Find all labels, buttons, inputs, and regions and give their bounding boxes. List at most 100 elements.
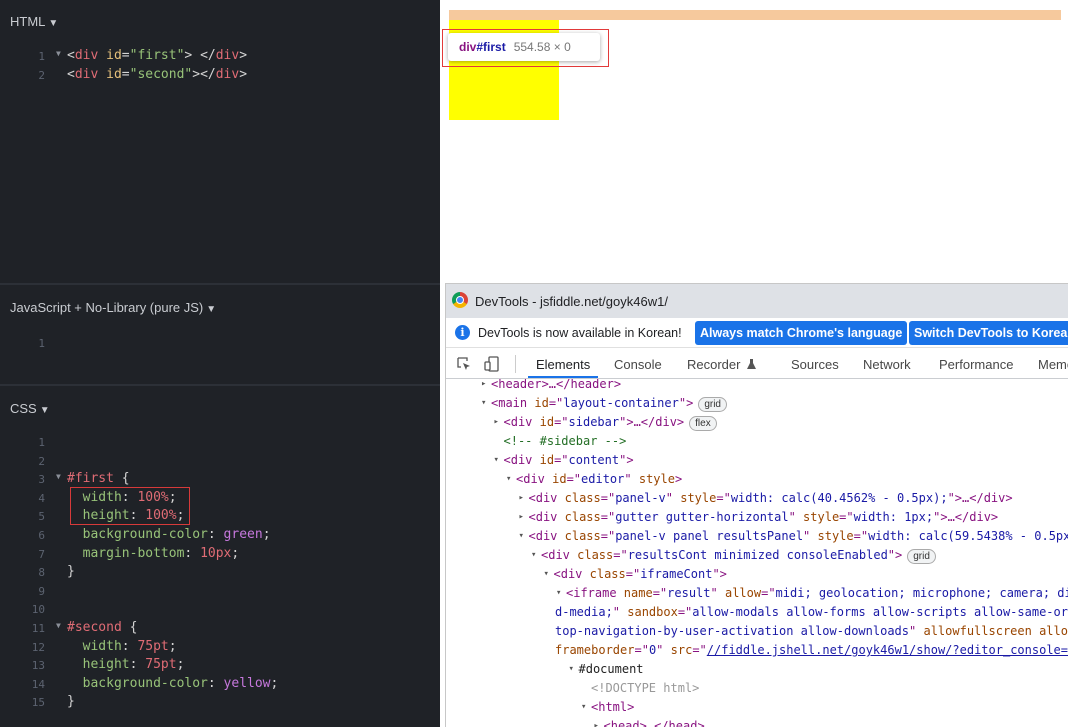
- expand-down-icon[interactable]: ▾: [506, 470, 511, 489]
- expand-down-icon[interactable]: ▾: [494, 451, 499, 470]
- js-panel[interactable]: JavaScript + No-Library (pure JS) ▼ 1: [0, 285, 440, 384]
- code-line[interactable]: 5 height: 100%;: [0, 508, 440, 527]
- always-match-language-button[interactable]: Always match Chrome's language: [695, 321, 908, 345]
- expand-down-icon[interactable]: ▾: [556, 584, 561, 603]
- code-text: width: 75pt;: [82, 638, 177, 654]
- expand-down-icon[interactable]: ▾: [519, 527, 524, 546]
- line-number: 1: [38, 337, 45, 350]
- dom-node-line[interactable]: ▾ <div id="editor" style>: [446, 470, 1068, 489]
- expand-down-icon[interactable]: ▾: [481, 394, 486, 413]
- dom-node-line[interactable]: ▾ <div id="content">: [446, 451, 1068, 470]
- code-line[interactable]: 11 ▼ #second {: [0, 620, 440, 639]
- html-panel[interactable]: HTML ▼ 1 ▼ <div id="first"> </div> 2 <div id=…: [0, 0, 440, 283]
- code-line[interactable]: 1: [0, 434, 440, 453]
- tab-console[interactable]: Console: [614, 357, 662, 372]
- dom-node-line[interactable]: d-media;" sandbox="allow-modals allow-fo…: [446, 603, 1068, 622]
- dom-node-line[interactable]: frameborder="0" src="//fiddle.jshell.net…: [446, 641, 1068, 660]
- tab-sources[interactable]: Sources: [791, 357, 839, 372]
- dom-node-line[interactable]: ▸ <header>…</header>: [446, 379, 1068, 394]
- tab-recorder-label: Recorder: [687, 357, 741, 372]
- code-line[interactable]: 13 height: 75pt;: [0, 657, 440, 676]
- dom-node-line[interactable]: ▾ <div class="resultsCont minimized conso…: [446, 546, 1068, 565]
- toolbar-separator: [515, 355, 516, 373]
- line-number: 5: [38, 510, 45, 524]
- code-line[interactable]: 2: [0, 453, 440, 472]
- code-line[interactable]: 3 ▼ #first {: [0, 471, 440, 490]
- line-number: 3: [38, 473, 45, 487]
- code-text: <div id="first"> </div>: [67, 48, 248, 63]
- code-line[interactable]: 10: [0, 601, 440, 620]
- css-panel-title[interactable]: CSS ▼: [10, 401, 50, 416]
- dom-node-line[interactable]: <!DOCTYPE html>: [446, 679, 1068, 698]
- inspect-element-icon[interactable]: [456, 356, 472, 372]
- infobar-message: DevTools is now available in Korean!: [478, 326, 682, 340]
- js-panel-title[interactable]: JavaScript + No-Library (pure JS) ▼: [10, 300, 216, 315]
- dom-node-line[interactable]: ▾ <div class="iframeCont">: [446, 565, 1068, 584]
- dom-node-line[interactable]: ▸ <div id="sidebar">…</div> flex: [446, 413, 1068, 432]
- elements-dom-tree[interactable]: ▸ <header>…</header> ▾ <main id="layout-con…: [446, 379, 1068, 727]
- expand-right-icon[interactable]: ▸: [519, 489, 524, 508]
- highlight-box: [70, 487, 190, 525]
- line-number: 7: [38, 547, 45, 561]
- expand-down-icon[interactable]: ▾: [569, 660, 574, 679]
- tab-recorder[interactable]: Recorder: [687, 357, 757, 372]
- dom-node-text: <div class="resultsCont minimized consol…: [541, 546, 936, 565]
- html-panel-title[interactable]: HTML ▼: [10, 14, 58, 29]
- code-line[interactable]: 8}: [0, 564, 440, 583]
- fold-arrow-icon[interactable]: ▼: [56, 621, 61, 630]
- fold-arrow-icon[interactable]: ▼: [56, 472, 61, 481]
- expand-right-icon[interactable]: ▸: [494, 413, 499, 432]
- dom-node-line[interactable]: <!-- #sidebar -->: [446, 432, 1068, 451]
- dom-node-text: <div class="panel-v panel resultsPanel" …: [528, 529, 1068, 543]
- dom-node-line[interactable]: ▸ <div class="gutter gutter-horizontal" s…: [446, 508, 1068, 527]
- editor-column: HTML ▼ 1 ▼ <div id="first"> </div> 2 <div id=…: [0, 0, 440, 727]
- expand-down-icon[interactable]: ▾: [531, 546, 536, 565]
- expand-right-icon[interactable]: ▸: [519, 508, 524, 527]
- devtools-window[interactable]: DevTools - jsfiddle.net/goyk46w1/ i DevT…: [445, 283, 1068, 727]
- switch-to-korean-button[interactable]: Switch DevTools to Korean: [909, 321, 1068, 345]
- code-line[interactable]: 1: [0, 335, 440, 354]
- code-line[interactable]: 2 <div id="second"></div>: [0, 67, 440, 86]
- js-panel-title-text: JavaScript + No-Library (pure JS): [10, 300, 204, 315]
- dom-node-line[interactable]: ▾ <main id="layout-container"> grid: [446, 394, 1068, 413]
- tab-elements[interactable]: Elements: [536, 357, 590, 372]
- expand-down-icon[interactable]: ▾: [581, 698, 586, 717]
- tab-network[interactable]: Network: [863, 357, 911, 372]
- flask-icon: [747, 359, 757, 369]
- dom-node-line[interactable]: ▾ #document: [446, 660, 1068, 679]
- dom-node-line[interactable]: ▾ <div class="panel-v panel resultsPanel"…: [446, 527, 1068, 546]
- fold-arrow-icon[interactable]: ▼: [56, 49, 61, 58]
- dom-node-line[interactable]: ▾ <iframe name="result" allow="midi; geol…: [446, 584, 1068, 603]
- expand-down-icon[interactable]: ▾: [544, 565, 549, 584]
- code-line[interactable]: 4 width: 100%;: [0, 490, 440, 509]
- result-frame[interactable]: div#first 554.58 × 0: [440, 0, 1068, 283]
- code-line[interactable]: 9: [0, 583, 440, 602]
- code-line[interactable]: 7 margin-bottom: 10px;: [0, 546, 440, 565]
- css-panel-title-text: CSS: [10, 401, 37, 416]
- css-panel[interactable]: CSS ▼ 1 2 3 ▼ #first {4 width: 100%; 5 height:…: [0, 386, 440, 727]
- dom-node-text: <div id="sidebar">…</div> flex: [504, 413, 717, 432]
- line-number: 8: [38, 566, 45, 580]
- active-tab-indicator: [528, 376, 598, 378]
- dom-node-text: top-navigation-by-user-activation allow-…: [555, 624, 1068, 638]
- code-line[interactable]: 1 ▼ <div id="first"> </div>: [0, 48, 440, 67]
- tab-memory[interactable]: Memory: [1038, 357, 1068, 372]
- code-line[interactable]: 15}: [0, 694, 440, 713]
- device-toolbar-icon[interactable]: [484, 356, 500, 372]
- code-line[interactable]: 12 width: 75pt;: [0, 639, 440, 658]
- devtools-window-title: DevTools - jsfiddle.net/goyk46w1/: [475, 294, 668, 309]
- expand-right-icon[interactable]: ▸: [594, 717, 599, 727]
- devtools-titlebar[interactable]: DevTools - jsfiddle.net/goyk46w1/: [446, 284, 1068, 318]
- expand-right-icon[interactable]: ▸: [481, 379, 486, 394]
- line-number: 14: [31, 677, 45, 691]
- code-text: margin-bottom: 10px;: [82, 545, 240, 561]
- code-line[interactable]: 6 background-color: green;: [0, 527, 440, 546]
- code-line[interactable]: 14 background-color: yellow;: [0, 676, 440, 695]
- dom-node-line[interactable]: ▸ <div class="panel-v" style="width: calc…: [446, 489, 1068, 508]
- dom-node-line[interactable]: ▸ <head>…</head>: [446, 717, 1068, 727]
- line-number: 4: [38, 491, 45, 505]
- dom-node-line[interactable]: ▾ <html>: [446, 698, 1068, 717]
- dom-node-text: <div id="content">: [503, 453, 634, 467]
- dom-node-line[interactable]: top-navigation-by-user-activation allow-…: [446, 622, 1068, 641]
- tab-performance[interactable]: Performance: [939, 357, 1013, 372]
